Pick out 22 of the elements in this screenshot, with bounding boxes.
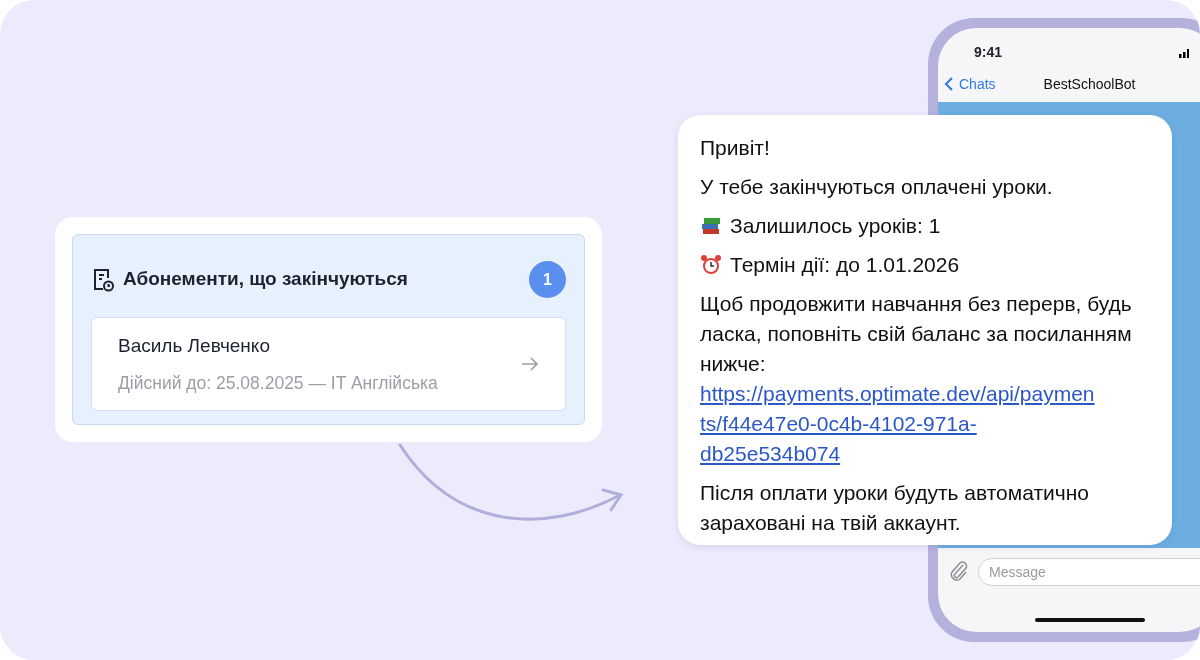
message-text: Залишилось уроків: 1 [730, 213, 941, 239]
student-name: Василь Левченко [118, 334, 271, 358]
alarm-clock-icon [700, 254, 722, 276]
message-text: Після оплати уроки будуть автоматично зараховані на твій аккаунт. [700, 480, 1090, 536]
message-field[interactable]: Message [978, 558, 1200, 586]
payment-link[interactable]: https://payments.optimate.dev/api/payments/f44e47e0-0c4b-4102-971a-db25e534b074 [700, 379, 1100, 469]
message-text: Щоб продовжити навчання без перерв, будь ласка, поповніть свій баланс за посиланням нижче: [700, 291, 1133, 377]
document-clock-icon [91, 266, 115, 293]
chevron-left-icon [944, 76, 954, 92]
message-text: У тебе закінчуються оплачені уроки. [700, 174, 1054, 200]
signal-icon [1177, 48, 1189, 59]
subscription-item[interactable]: Василь Левченко Дійсний до: 25.08.2025 — IT Англійська [91, 317, 566, 411]
chat-title: BestSchoolBot [1043, 74, 1136, 94]
widget-title: Абонементи, що закінчуються [123, 267, 408, 292]
message-text: Термін дії: до 1.01.2026 [730, 252, 960, 278]
back-button[interactable]: Chats [944, 73, 996, 95]
arrow-right-icon [521, 356, 539, 371]
books-icon [700, 215, 722, 237]
status-time: 9:41 [974, 44, 1003, 60]
subscription-detail: Дійсний до: 25.08.2025 — IT Англійська [118, 371, 439, 395]
message-text: Привіт! [700, 135, 771, 161]
count-badge: 1 [529, 261, 566, 298]
